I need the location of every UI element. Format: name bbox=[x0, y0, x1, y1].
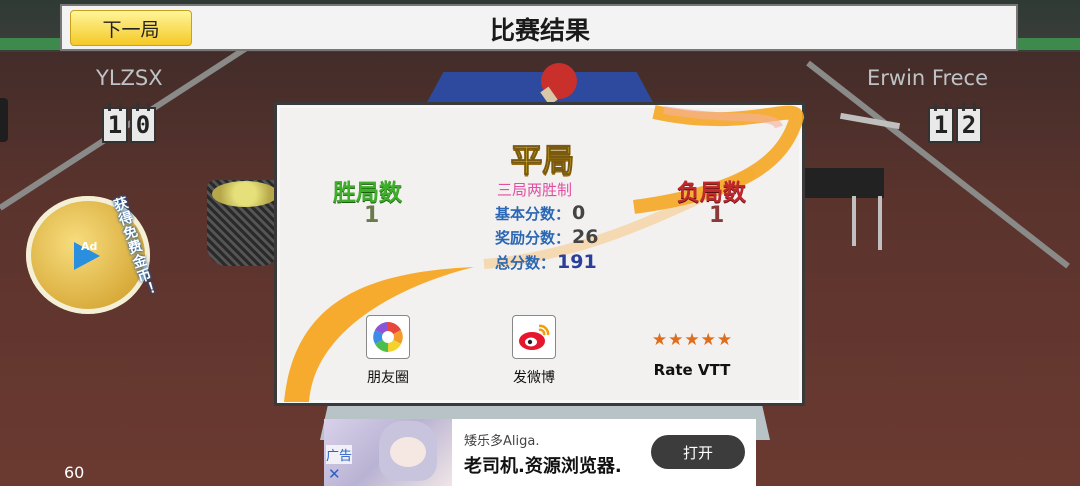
wins-value: 1 bbox=[364, 203, 380, 228]
page-title: 比赛结果 bbox=[489, 16, 590, 45]
losses-label: 负局数 bbox=[677, 180, 746, 206]
base-score-value: 0 bbox=[572, 202, 586, 224]
chair-leg bbox=[878, 196, 882, 250]
base-score-row: 基本分数： 0 bbox=[495, 202, 585, 224]
weibo-icon bbox=[512, 315, 556, 359]
base-score-label: 基本分数： bbox=[495, 205, 571, 223]
wins-label: 胜局数 bbox=[333, 180, 402, 206]
court-line-right bbox=[806, 60, 1070, 269]
ad-character-face bbox=[390, 437, 426, 467]
star-icon: ★ bbox=[684, 330, 700, 350]
bonus-score-row: 奖励分数： 26 bbox=[495, 226, 598, 248]
score-digit: 1 bbox=[102, 103, 128, 143]
ad-tag: 广告 bbox=[326, 445, 353, 464]
total-score-value: 191 bbox=[557, 251, 597, 273]
chair-leg bbox=[852, 196, 856, 246]
match-rule: 三局两胜制 bbox=[497, 181, 573, 199]
star-icon: ★ bbox=[651, 330, 668, 350]
fps-counter: 60 bbox=[64, 463, 85, 482]
moments-icon bbox=[366, 315, 410, 359]
ping-pong-table bbox=[425, 72, 655, 106]
weibo-label: 发微博 bbox=[513, 370, 555, 386]
share-moments-button[interactable]: 朋友圈 bbox=[343, 315, 433, 387]
ad-label: Ad bbox=[81, 240, 98, 253]
bonus-score-label: 奖励分数： bbox=[495, 229, 571, 247]
ad-banner[interactable]: 广告 ✕ 矮乐多Aliga. 老司机.资源浏览器. 打开 bbox=[324, 419, 756, 486]
score-digit: 2 bbox=[956, 103, 982, 143]
rate-label: Rate VTT bbox=[653, 361, 731, 379]
right-scoreboard: 1 2 bbox=[928, 103, 982, 143]
bonus-score-value: 26 bbox=[572, 226, 599, 248]
losses-value: 1 bbox=[709, 203, 725, 228]
score-digit: 0 bbox=[130, 103, 156, 143]
ad-brand: 矮乐多Aliga. bbox=[464, 434, 540, 449]
total-score-label: 总分数： bbox=[495, 254, 556, 272]
right-player-name: Erwin Frece bbox=[867, 66, 989, 90]
close-icon[interactable]: ✕ bbox=[328, 465, 341, 483]
left-scoreboard: 1 0 bbox=[102, 103, 156, 143]
balls bbox=[212, 181, 278, 207]
ad-open-button[interactable]: 打开 bbox=[651, 435, 745, 469]
side-handle[interactable] bbox=[0, 98, 8, 142]
moments-label: 朋友圈 bbox=[367, 370, 409, 386]
chair-seat bbox=[796, 168, 884, 198]
star-icon: ★ bbox=[716, 330, 733, 350]
rating-stars: ★ ★ ★ ★ ★ bbox=[647, 327, 737, 353]
rate-app-button[interactable]: ★ ★ ★ ★ ★ Rate VTT bbox=[647, 327, 737, 379]
left-player-name: YLZSX bbox=[96, 66, 163, 90]
ad-headline: 老司机.资源浏览器. bbox=[464, 456, 622, 477]
score-digit: 1 bbox=[928, 103, 954, 143]
result-panel: 平局 胜局数 1 负局数 1 三局两胜制 基本分数： 0 奖励分数： 26 总分数：… bbox=[274, 102, 805, 406]
total-score-row: 总分数： 191 bbox=[495, 251, 597, 273]
star-icon: ★ bbox=[668, 330, 684, 350]
star-icon: ★ bbox=[700, 330, 716, 350]
share-weibo-button[interactable]: 发微博 bbox=[489, 315, 579, 387]
